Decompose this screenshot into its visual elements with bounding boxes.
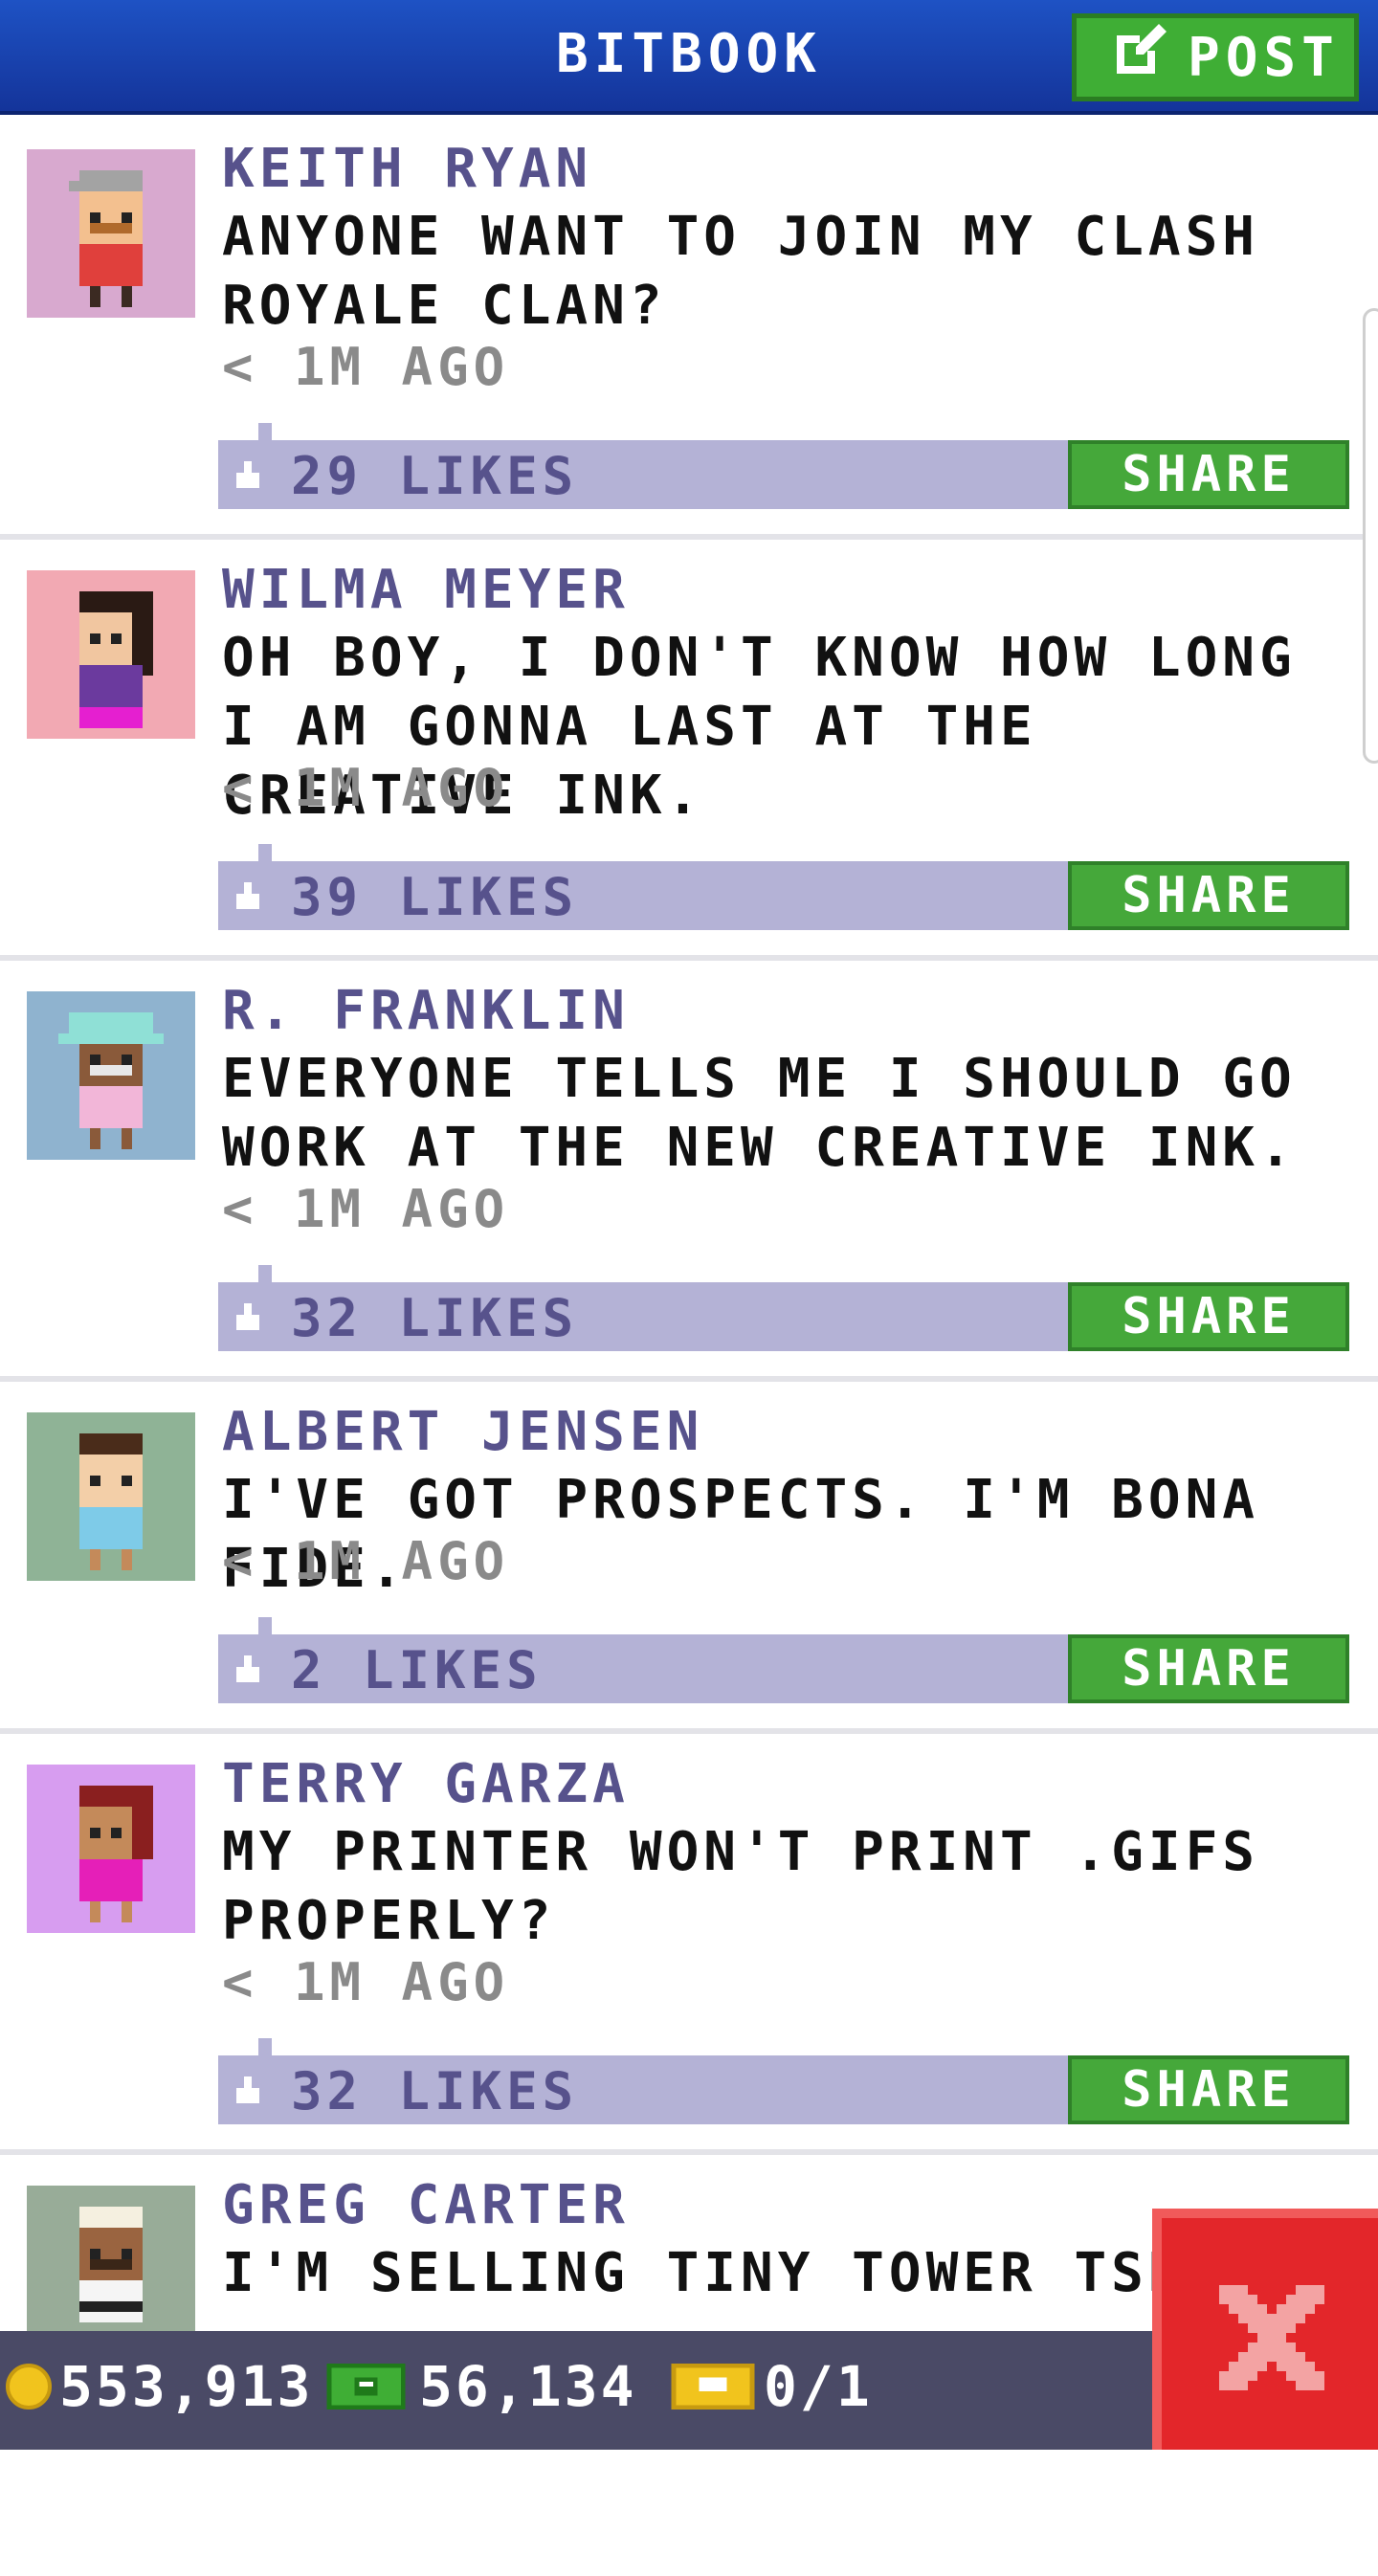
likes-count: 32 LIKES: [291, 1288, 579, 1348]
post-author[interactable]: WILMA MEYER: [222, 559, 630, 621]
thumbs-up-icon: [236, 882, 259, 909]
likes-bar[interactable]: 32 LIKES SHARE: [218, 1265, 1349, 1351]
close-button[interactable]: [1152, 2209, 1378, 2450]
share-button[interactable]: SHARE: [1068, 440, 1349, 509]
likes-bar[interactable]: 29 LIKES SHARE: [218, 423, 1349, 509]
post-button[interactable]: POST: [1072, 13, 1359, 101]
coins-count: 553,913: [59, 2354, 314, 2419]
bux-count: 56,134: [419, 2354, 637, 2419]
likes-count: 29 LIKES: [291, 446, 579, 506]
likes-bar-notch: [258, 423, 272, 440]
likes-count: 2 LIKES: [291, 1640, 543, 1700]
thumbs-up-icon: [236, 1303, 259, 1330]
post-author[interactable]: GREG CARTER: [222, 2174, 630, 2236]
post-time: < 1M AGO: [222, 337, 510, 397]
post-message: ANYONE WANT TO JOIN MY CLASH ROYALE CLAN…: [222, 206, 1260, 337]
post-time: < 1M AGO: [222, 1531, 510, 1591]
coin-icon: [6, 2364, 52, 2409]
thumbs-up-icon: [236, 1655, 259, 1682]
app-header: BITBOOK POST: [0, 0, 1378, 115]
post-button-label: POST: [1188, 26, 1340, 89]
post-author[interactable]: R. FRANKLIN: [222, 980, 630, 1042]
avatar[interactable]: [27, 1765, 195, 1933]
likes-bar[interactable]: 39 LIKES SHARE: [218, 844, 1349, 930]
cash-icon: [326, 2363, 406, 2410]
post-time: < 1M AGO: [222, 1952, 510, 2012]
likes-bar-notch: [258, 2038, 272, 2055]
post-time: < 1M AGO: [222, 758, 510, 818]
share-button[interactable]: SHARE: [1068, 861, 1349, 930]
feed-post: TERRY GARZA MY PRINTER WON'T PRINT .GIFS…: [0, 1734, 1378, 2155]
likes-bar-notch: [258, 1265, 272, 1282]
avatar[interactable]: [27, 149, 195, 318]
feed-post: R. FRANKLIN EVERYONE TELLS ME I SHOULD G…: [0, 961, 1378, 1382]
likes-bar[interactable]: 2 LIKES SHARE: [218, 1617, 1349, 1703]
avatar[interactable]: [27, 2186, 195, 2354]
avatar[interactable]: [27, 991, 195, 1160]
feed-post: KEITH RYAN ANYONE WANT TO JOIN MY CLASH …: [0, 119, 1378, 540]
close-icon: [1219, 2285, 1324, 2390]
feed-post: ALBERT JENSEN I'VE GOT PROSPECTS. I'M BO…: [0, 1382, 1378, 1734]
tickets-count: 0/1: [764, 2354, 873, 2419]
avatar[interactable]: [27, 1412, 195, 1581]
likes-count: 39 LIKES: [291, 867, 579, 927]
avatar[interactable]: [27, 570, 195, 739]
likes-bar-notch: [258, 844, 272, 861]
edit-icon: [1109, 20, 1170, 95]
post-author[interactable]: TERRY GARZA: [222, 1753, 630, 1815]
post-author[interactable]: KEITH RYAN: [222, 138, 592, 200]
likes-bar-notch: [258, 1617, 272, 1634]
feed-post: WILMA MEYER OH BOY, I DON'T KNOW HOW LON…: [0, 540, 1378, 961]
scrollbar[interactable]: [1363, 308, 1378, 764]
likes-count: 32 LIKES: [291, 2061, 579, 2121]
bux-stat: 56,134: [325, 2354, 637, 2419]
post-author[interactable]: ALBERT JENSEN: [222, 1401, 703, 1463]
likes-bar[interactable]: 32 LIKES SHARE: [218, 2038, 1349, 2124]
tickets-stat: 0/1: [670, 2354, 873, 2419]
thumbs-up-icon: [236, 2076, 259, 2103]
post-time: < 1M AGO: [222, 1179, 510, 1239]
share-button[interactable]: SHARE: [1068, 1282, 1349, 1351]
post-message: EVERYONE TELLS ME I SHOULD GO WORK AT TH…: [222, 1048, 1297, 1179]
share-button[interactable]: SHARE: [1068, 2055, 1349, 2124]
share-button[interactable]: SHARE: [1068, 1634, 1349, 1703]
thumbs-up-icon: [236, 461, 259, 488]
coins-stat: 553,913: [6, 2354, 313, 2419]
feed-list: KEITH RYAN ANYONE WANT TO JOIN MY CLASH …: [0, 119, 1378, 2576]
ticket-icon: [671, 2363, 755, 2410]
post-message: MY PRINTER WON'T PRINT .GIFS PROPERLY?: [222, 1821, 1260, 1952]
